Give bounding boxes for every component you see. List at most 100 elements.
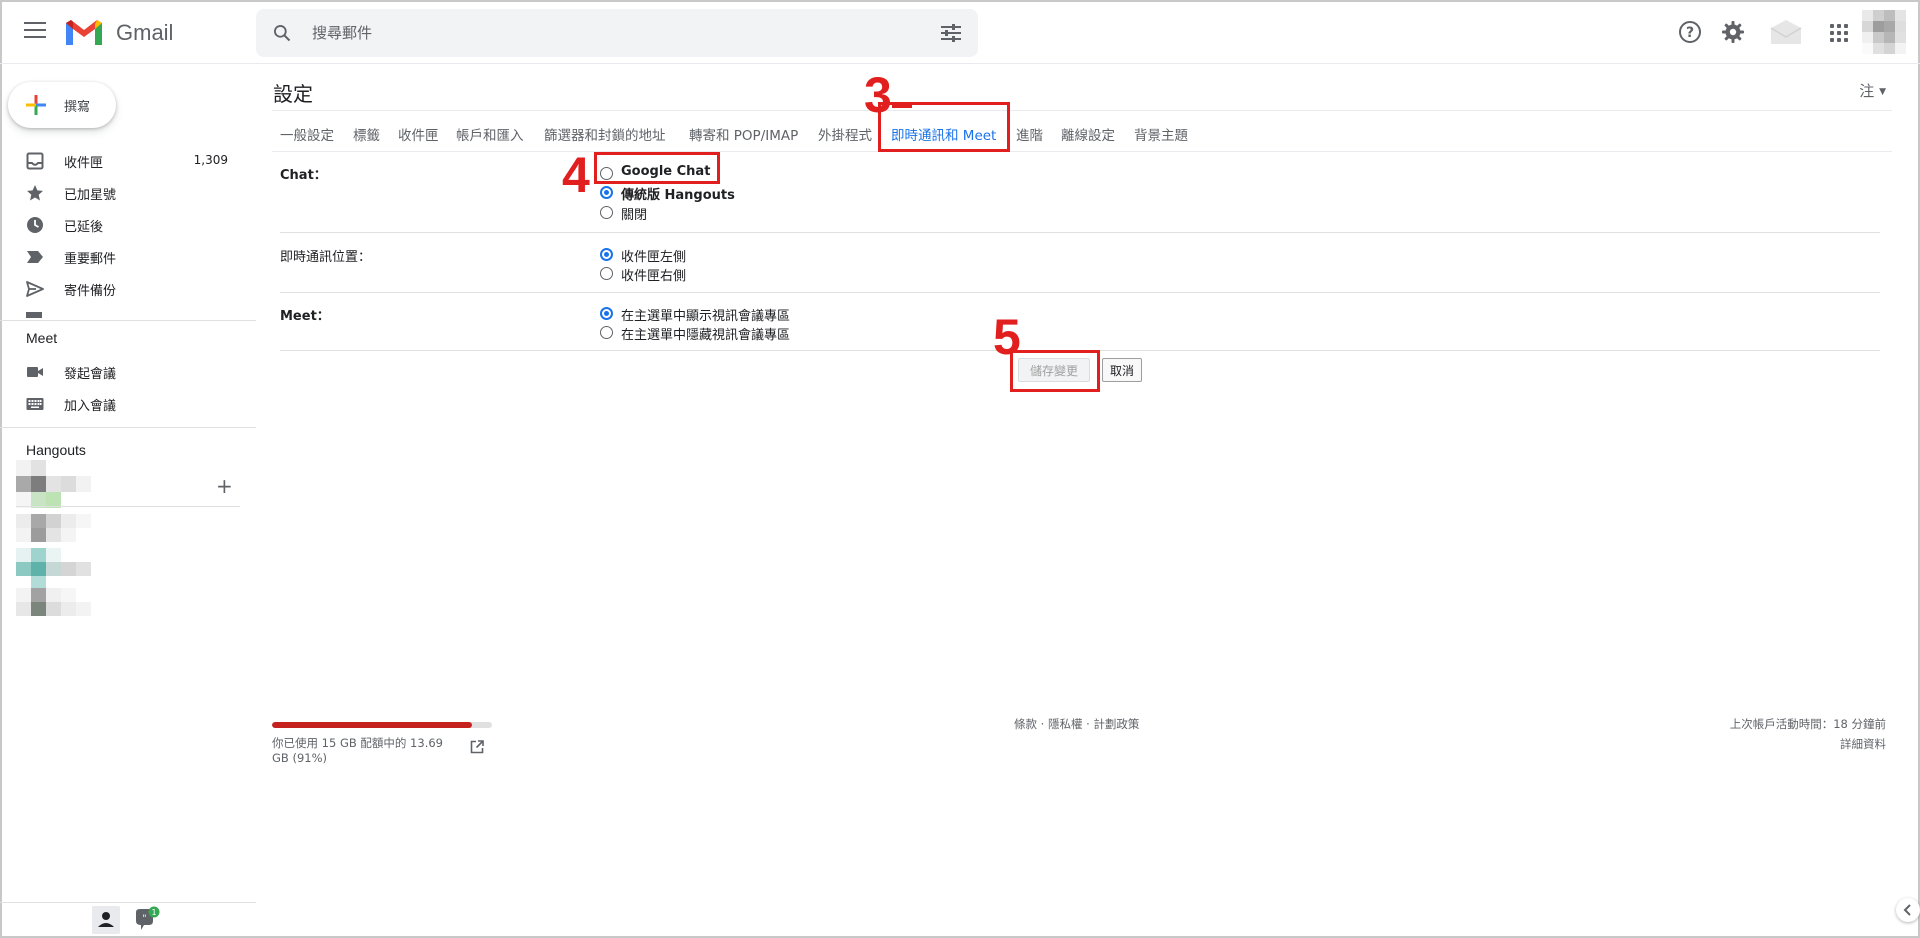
radio-chat-off[interactable] <box>600 206 613 219</box>
search-input[interactable] <box>312 21 872 45</box>
sidebar-item-label: 已延後 <box>64 220 104 235</box>
radio-label-left-of-inbox[interactable]: 收件匣左側 <box>621 246 686 265</box>
chat-row-label: Chat： <box>280 168 327 183</box>
gmail-logo-text[interactable]: Gmail <box>116 20 173 46</box>
sidebar-item-important[interactable]: 重要郵件 <box>0 240 256 272</box>
annotation-box-step4 <box>594 152 720 184</box>
chat-bubble-icon: " 1 <box>136 906 160 930</box>
chevron-down-icon: ▼ <box>1879 87 1886 97</box>
settings-gear-icon[interactable] <box>1721 20 1745 44</box>
sidebar-item-label: 重要郵件 <box>64 252 117 267</box>
hangouts-add-icon[interactable]: + <box>216 474 233 498</box>
radio-right-of-inbox[interactable] <box>600 267 613 280</box>
tab-filters-blocked[interactable]: 篩選器和封鎖的地址 <box>544 124 666 144</box>
search-options-icon[interactable] <box>940 23 962 43</box>
radio-left-of-inbox[interactable] <box>600 248 613 261</box>
meet-row-label: Meet： <box>280 309 330 324</box>
contacts-person-icon[interactable] <box>92 906 120 934</box>
radio-label-right-of-inbox[interactable]: 收件匣右側 <box>621 265 686 284</box>
google-apps-icon[interactable] <box>1830 24 1848 42</box>
radio-label-chat-off[interactable]: 關閉 <box>621 204 647 223</box>
tab-accounts-import[interactable]: 帳戶和匯入 <box>456 124 524 144</box>
radio-label-hide-meet[interactable]: 在主選單中隱藏視訊會議專區 <box>621 324 790 343</box>
annotation-line-step3 <box>892 105 912 108</box>
tab-themes[interactable]: 背景主題 <box>1134 124 1188 144</box>
sidebar-item-inbox[interactable]: 收件匣 1,309 <box>0 144 256 176</box>
sidebar-item-label: 收件匣 <box>64 156 104 171</box>
tab-addons[interactable]: 外掛程式 <box>818 124 872 144</box>
radio-hide-meet[interactable] <box>600 326 613 339</box>
help-icon[interactable]: ? <box>1678 20 1702 44</box>
search-icon[interactable] <box>272 23 292 43</box>
clock-icon <box>27 217 43 233</box>
meet-section-title: Meet <box>26 330 58 346</box>
sidebar-item-starred[interactable]: 已加星號 <box>0 176 256 208</box>
compose-plus-icon <box>26 95 46 115</box>
search-bar[interactable] <box>256 9 978 57</box>
compose-button[interactable]: 撰寫 <box>8 82 116 128</box>
svg-text:?: ? <box>1686 25 1694 41</box>
last-account-activity: 上次帳戶活動時間：18 分鐘前 <box>1729 717 1886 731</box>
important-icon <box>27 251 43 263</box>
sidebar-item-sent[interactable]: 寄件備份 <box>0 272 256 304</box>
annotation-number-step5: 5 <box>993 309 1021 365</box>
cancel-button[interactable]: 取消 <box>1102 358 1142 382</box>
row-divider <box>280 292 1880 293</box>
sidebar-divider <box>0 427 256 428</box>
tab-advanced[interactable]: 進階 <box>1016 124 1043 144</box>
radio-show-meet[interactable] <box>600 307 613 320</box>
tab-labels[interactable]: 標籤 <box>353 124 380 144</box>
storage-usage-fill <box>272 722 473 728</box>
compose-label: 撰寫 <box>64 100 91 115</box>
video-icon <box>27 367 43 377</box>
hangouts-contact-item[interactable] <box>16 514 106 542</box>
person-icon <box>98 912 114 927</box>
sidebar-item-new-meeting[interactable]: 發起會議 <box>0 355 256 387</box>
privacy-link[interactable]: 隱私權 <box>1048 717 1083 731</box>
radio-label-classic-hangouts[interactable]: 傳統版 Hangouts <box>621 184 735 203</box>
chat-position-row-label: 即時通訊位置： <box>280 250 372 265</box>
radio-label-show-meet[interactable]: 在主選單中顯示視訊會議專區 <box>621 305 790 324</box>
storage-usage-bar <box>272 722 492 728</box>
annotation-number-step4: 4 <box>562 147 590 203</box>
side-panel-expand-icon[interactable] <box>1896 898 1920 922</box>
annotation-line-step5 <box>1022 350 1044 353</box>
open-in-new-icon[interactable] <box>470 740 484 754</box>
annotation-number-step3: 3 <box>864 67 892 123</box>
radio-classic-hangouts[interactable] <box>600 186 613 199</box>
input-tools-label: 注 <box>1859 82 1875 100</box>
hangouts-contact-item[interactable] <box>16 588 106 616</box>
star-icon <box>27 185 43 201</box>
terms-link[interactable]: 條款 <box>1014 717 1037 731</box>
input-tools-button[interactable]: 注 ▼ <box>1859 80 1886 101</box>
sidebar-item-label: 加入會議 <box>64 399 117 414</box>
hangouts-chat-toggle[interactable]: " 1 <box>132 906 160 934</box>
tab-offline[interactable]: 離線設定 <box>1061 124 1115 144</box>
row-divider <box>280 232 1880 233</box>
keyboard-icon <box>26 398 44 410</box>
sidebar-scroll-cutoff <box>26 312 236 318</box>
annotation-box-step5 <box>1010 350 1100 392</box>
hangouts-section-title: Hangouts <box>26 442 86 458</box>
bottom-divider <box>0 902 256 903</box>
program-policies-link[interactable]: 計劃政策 <box>1093 717 1139 731</box>
hangouts-divider <box>16 506 240 507</box>
settings-tabs: 一般設定 標籤 收件匣 帳戶和匯入 篩選器和封鎖的地址 轉寄和 POP/IMAP… <box>272 110 1892 152</box>
hangouts-user-avatar[interactable] <box>16 460 106 508</box>
tab-inbox[interactable]: 收件匣 <box>398 124 439 144</box>
main-menu-icon[interactable] <box>24 22 46 40</box>
hangouts-contact-item[interactable] <box>16 548 106 590</box>
details-link[interactable]: 詳細資料 <box>1840 736 1886 752</box>
inbox-count: 1,309 <box>193 153 228 167</box>
sidebar-item-join-meeting[interactable]: 加入會議 <box>0 387 256 419</box>
sidebar-item-snoozed[interactable]: 已延後 <box>0 208 256 240</box>
notifications-envelope-icon[interactable] <box>1770 18 1802 46</box>
svg-text:": " <box>142 914 146 924</box>
gmail-logo-icon[interactable] <box>64 17 104 47</box>
footer-links: 條款 · 隱私權 · 計劃政策 <box>1014 716 1139 732</box>
account-avatar[interactable] <box>1862 10 1906 54</box>
tab-forwarding-pop-imap[interactable]: 轉寄和 POP/IMAP <box>689 124 798 144</box>
tab-general[interactable]: 一般設定 <box>280 124 334 144</box>
send-icon <box>26 281 44 297</box>
sidebar-item-label: 已加星號 <box>64 188 117 203</box>
